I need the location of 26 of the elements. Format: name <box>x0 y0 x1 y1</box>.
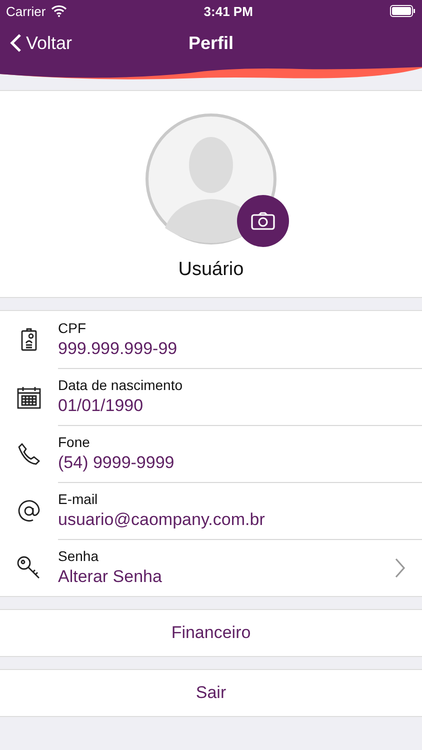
menu-button[interactable]: Financeiro <box>0 609 422 657</box>
carrier-label: Carrier <box>6 4 46 18</box>
menu-button[interactable]: Sair <box>0 669 422 717</box>
field-value: usuario@caompany.com.br <box>58 510 266 530</box>
field-value: Alterar Senha <box>58 567 163 587</box>
status-time: 3:41 PM <box>204 4 253 18</box>
camera-icon <box>251 212 275 230</box>
at-sign-icon <box>16 498 42 524</box>
battery-icon <box>390 5 416 17</box>
user-name: Usuário <box>178 259 244 281</box>
field-label: Data de nascimento <box>58 376 184 392</box>
camera-button[interactable] <box>237 195 289 247</box>
back-button[interactable]: Voltar <box>0 32 82 54</box>
field-value: 01/01/1990 <box>58 396 144 416</box>
field-label: CPF <box>58 320 87 336</box>
key-icon <box>16 554 42 580</box>
chevron-right-icon[interactable] <box>394 556 406 578</box>
chevron-left-icon <box>10 33 22 53</box>
phone-icon <box>16 440 42 466</box>
wifi-icon <box>50 5 67 17</box>
field-label: Senha <box>58 548 100 564</box>
field-label: E-mail <box>58 490 99 506</box>
field-value: 999.999.999-99 <box>58 338 178 358</box>
field-value: (54) 9999-9999 <box>58 452 176 472</box>
field-label: Fone <box>58 434 91 450</box>
page-title: Perfil <box>188 32 234 54</box>
